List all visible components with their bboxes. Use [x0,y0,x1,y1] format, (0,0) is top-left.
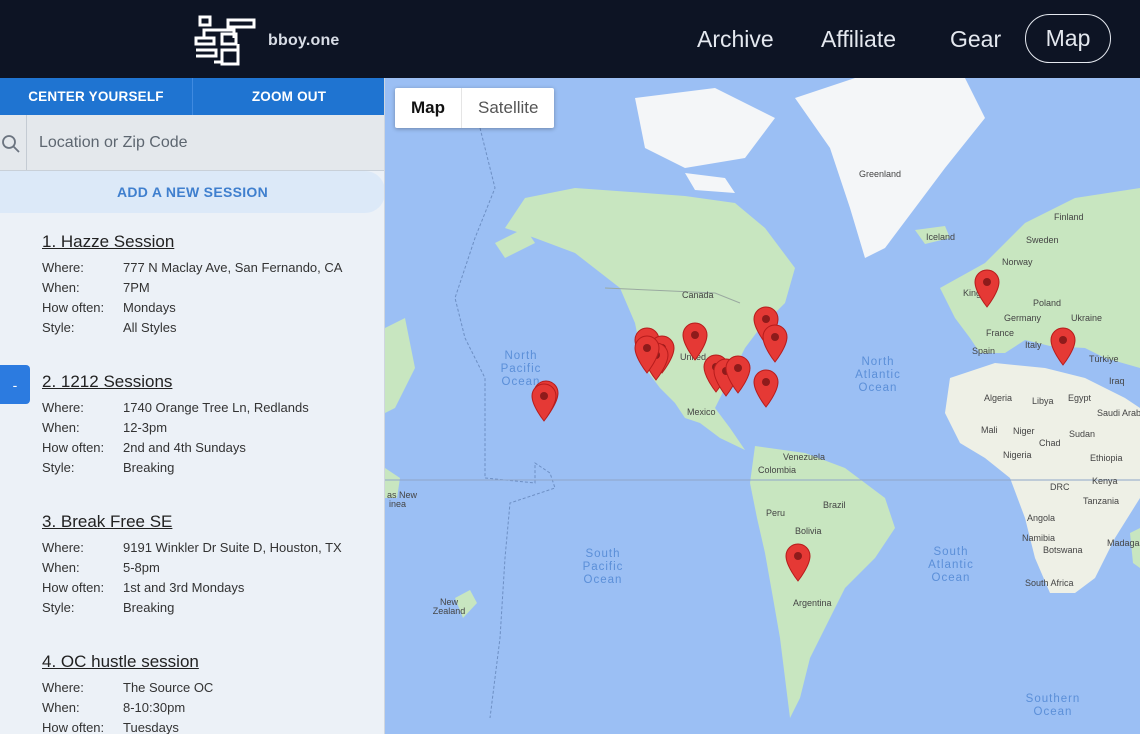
map-label: Ethiopia [1090,453,1123,463]
map-label: Egypt [1068,393,1092,403]
session-item: 1. Hazze Session Where: 777 N Maclay Ave,… [42,232,372,338]
map-label: Canada [682,290,714,300]
map-label: Greenland [859,169,902,179]
ocean-label: Southern Ocean [1025,693,1081,718]
map-label: Algeria [984,393,1013,403]
map-label: Madagas [1107,538,1140,548]
session-pin-icon[interactable] [752,368,780,408]
session-title[interactable]: 2. 1212 Sessions [42,372,372,392]
map-label: Niger [1013,426,1035,436]
map-label: Iceland [926,232,956,242]
map-label: Angola [1027,513,1056,523]
center-yourself-button[interactable]: CENTER YOURSELF [0,78,192,115]
map-label: Saudi Arab [1097,408,1140,418]
map-label: Sudan [1069,429,1096,439]
south-america-landmass [750,446,895,718]
session-pin-icon[interactable] [724,354,752,394]
map-label: Italy [1025,340,1042,350]
arctic-islands [635,88,775,193]
map-label: Namibia [1022,533,1056,543]
map-label: France [986,328,1015,338]
asia-edge-landmass [385,318,415,498]
map-label: Kenya [1092,476,1118,486]
session-title[interactable]: 4. OC hustle session [42,652,372,672]
map-label: Colombia [758,465,797,475]
map-label: Bolivia [795,526,822,536]
bboy-logo-icon[interactable] [194,14,258,68]
map-label: Tanzania [1083,496,1120,506]
session-pin-icon[interactable] [530,382,558,422]
ocean-label: South Pacific Ocean [582,548,624,586]
session-item: 3. Break Free SE Where: 9191 Winkler Dr S… [42,512,372,618]
brand-name[interactable]: bboy.one [268,32,340,50]
map-label: Poland [1033,298,1062,308]
session-pin-icon[interactable] [633,334,661,374]
map-label: Peru [766,508,786,518]
map-controls: CENTER YOURSELF ZOOM OUT [0,78,384,115]
map-label: Ukraine [1071,313,1103,323]
nav-affiliate[interactable]: Affiliate [821,0,896,78]
map-label: Germany [1004,313,1042,323]
map-label: Nigeria [1003,450,1032,460]
session-title[interactable]: 1. Hazze Session [42,232,372,252]
map-type-satellite-button[interactable]: Satellite [462,88,554,128]
session-sidebar: CENTER YOURSELF ZOOM OUT ADD A NEW SESSI… [0,78,385,734]
session-pin-icon[interactable] [1049,326,1077,366]
nav-map[interactable]: Map [1025,14,1111,63]
location-search-input[interactable] [26,115,384,170]
map-label: Brazil [823,500,846,510]
session-pin-icon[interactable] [761,323,789,363]
map-label: Spain [972,346,996,356]
map-label: South Africa [1025,578,1074,588]
session-item: 2. 1212 Sessions Where: 1740 Orange Tree … [42,372,372,478]
top-header: bboy.one Archive Affiliate Gear Map [0,0,1140,78]
session-title[interactable]: 3. Break Free SE [42,512,372,532]
map-label: Sweden [1026,235,1059,245]
session-pin-icon[interactable] [973,268,1001,308]
map-label: Türkiye [1089,354,1119,364]
ocean-label: North Atlantic Ocean [855,356,901,394]
map-label: Norway [1002,257,1033,267]
map-label: Argentina [793,598,832,608]
nav-gear[interactable]: Gear [950,0,1001,78]
map-label: DRC [1050,482,1070,492]
map-label: Botswana [1043,545,1083,555]
map-label: Finland [1054,212,1084,222]
map-label: Mali [981,425,998,435]
search-bar [0,115,384,171]
map-type-map-button[interactable]: Map [395,88,462,128]
map-label: Venezuela [783,452,826,462]
session-item: 4. OC hustle session Where: The Source OC… [42,652,372,734]
collapse-sidebar-button[interactable]: - [0,365,30,404]
map-label: inea [389,499,407,509]
madagascar-landmass [1130,528,1140,568]
session-pin-icon[interactable] [784,542,812,582]
map-label: Mexico [687,407,716,417]
add-session-button[interactable]: ADD A NEW SESSION [0,171,384,213]
map-label: Iraq [1109,376,1125,386]
ocean-label: South Atlantic Ocean [928,546,974,584]
search-icon[interactable] [0,133,22,155]
greenland-landmass [795,78,985,258]
nav-archive[interactable]: Archive [697,0,774,78]
map-label: New Zealand [432,597,466,616]
map-label: Chad [1039,438,1061,448]
map-label: Libya [1032,396,1054,406]
world-map[interactable]: Map Satellite Greenland Iceland Finland … [385,78,1140,734]
map-type-control: Map Satellite [395,88,555,128]
zoom-out-button[interactable]: ZOOM OUT [192,78,384,115]
